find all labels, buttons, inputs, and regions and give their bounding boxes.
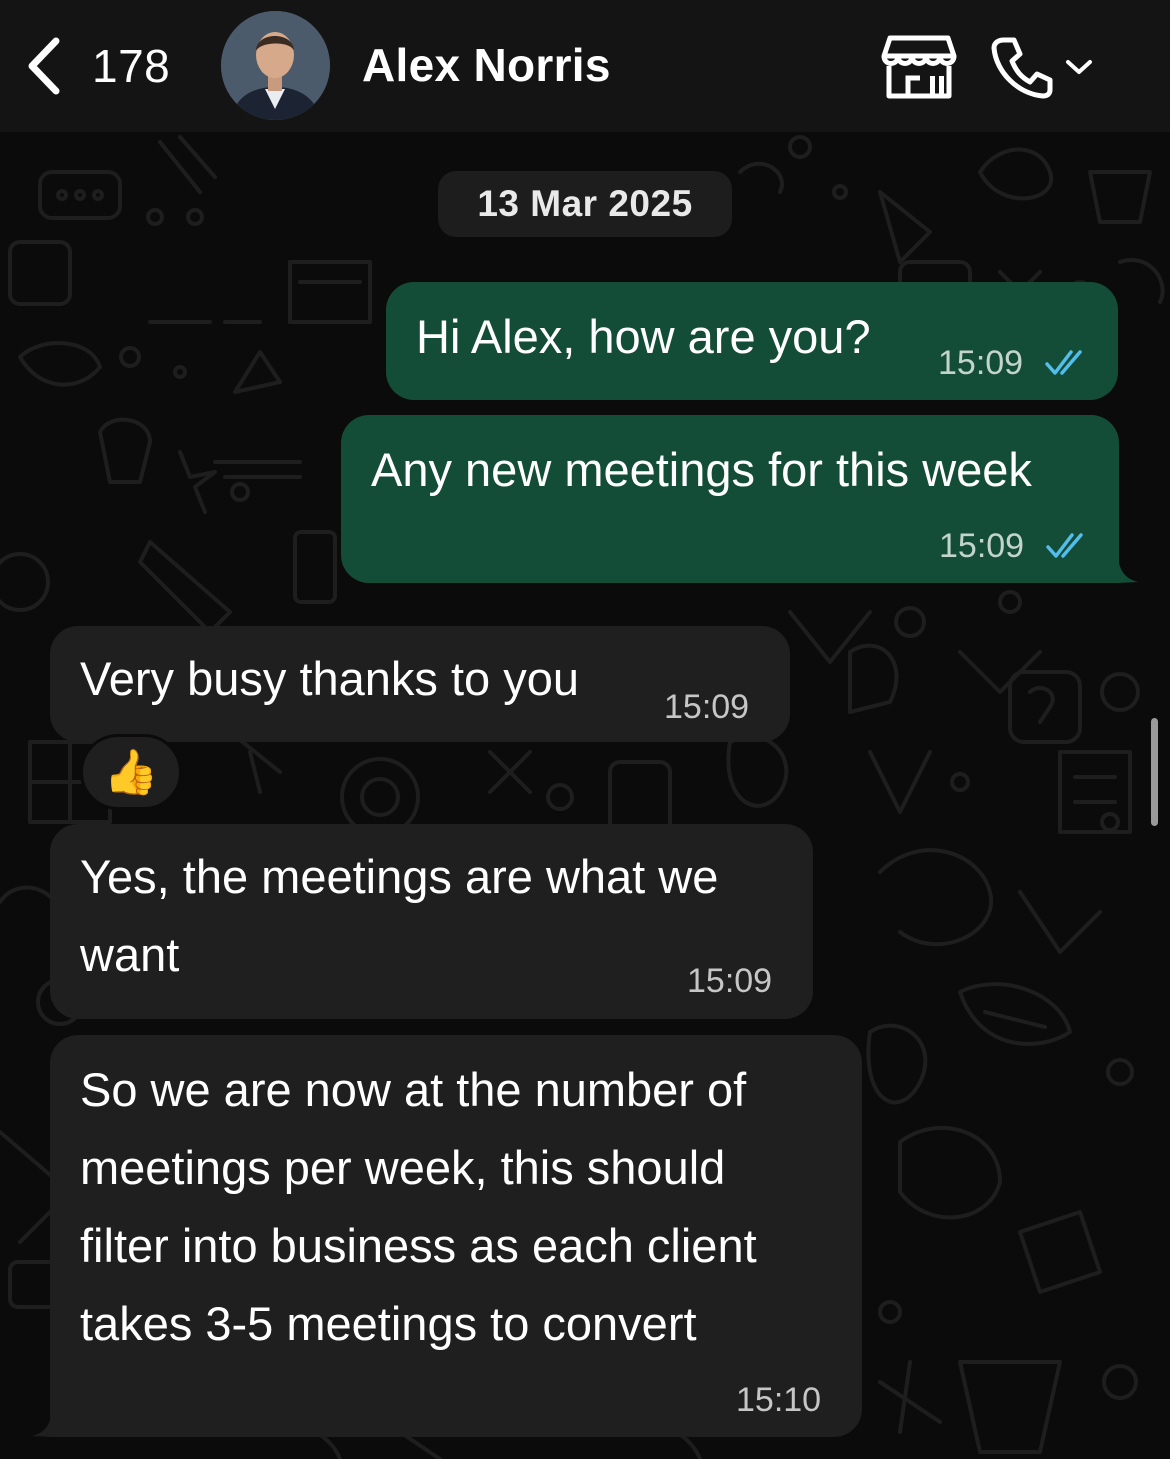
double-check-icon [1046,533,1083,558]
chevron-left-icon [28,37,60,95]
message-bubble-outgoing[interactable]: Any new meetings for this week 15:09 [341,415,1119,583]
thumbs-up-icon: 👍 [103,748,159,797]
chat-screen: 178 Alex Norris 13 Mar 2025 Hi Alex, how… [0,0,1170,1459]
message-text-line: want [80,928,180,981]
message-text: Any new meetings for this week [371,443,1032,496]
message-text-line: filter into business as each client [80,1219,757,1272]
message-time: 15:09 [938,344,1024,382]
message-text-line: Yes, the meetings are what we [80,850,719,903]
phone-icon [991,37,1053,99]
message-text: Hi Alex, how are you? [416,310,871,363]
contact-name[interactable]: Alex Norris [362,38,611,92]
chevron-down-icon[interactable] [1064,57,1094,77]
message-time: 15:09 [664,688,750,726]
message-bubble-incoming[interactable]: Very busy thanks to you 15:09 [50,626,790,742]
chat-header: 178 Alex Norris [0,0,1170,132]
message-bubble-incoming[interactable]: Yes, the meetings are what we want 15:09 [50,824,813,1019]
storefront-icon [881,35,957,99]
message-list[interactable]: 13 Mar 2025 Hi Alex, how are you? 15:09 … [0,132,1170,1459]
message-text-line: meetings per week, this should [80,1141,726,1194]
message-text: Very busy thanks to you [80,652,580,705]
avatar[interactable] [221,11,330,120]
message-time: 15:09 [939,527,1025,565]
avatar-photo [221,11,330,120]
back-button[interactable]: 178 [22,30,192,102]
call-button[interactable] [990,32,1102,102]
bubble-tail [1118,553,1138,583]
unread-count: 178 [92,40,171,92]
message-time: 15:09 [687,962,773,1000]
message-bubble-outgoing[interactable]: Hi Alex, how are you? 15:09 [386,282,1118,400]
reaction-badge[interactable]: 👍 [80,734,182,810]
scrollbar[interactable] [1151,718,1158,826]
bubble-tail [32,1407,52,1437]
message-bubble-incoming[interactable]: So we are now at the number of meetings … [50,1035,862,1437]
message-text-line: takes 3-5 meetings to convert [80,1297,697,1350]
double-check-icon [1045,350,1082,375]
message-time: 15:10 [736,1381,822,1419]
date-separator: 13 Mar 2025 [438,171,732,237]
message-text-line: So we are now at the number of [80,1063,747,1116]
catalog-button[interactable] [880,34,958,100]
